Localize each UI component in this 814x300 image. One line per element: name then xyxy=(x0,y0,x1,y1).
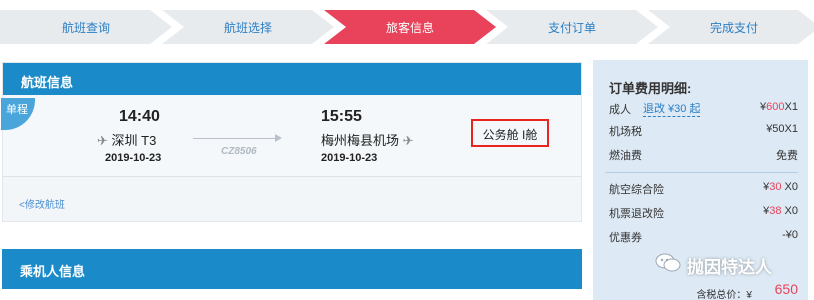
step-complete-payment[interactable]: 完成支付 xyxy=(648,10,814,44)
total-value: 650 xyxy=(774,281,798,297)
step-passenger-info[interactable]: 旅客信息 xyxy=(324,10,496,44)
plane-takeoff-icon: ✈ xyxy=(97,133,108,148)
depart-date: 2019-10-23 xyxy=(105,152,162,164)
flight-arrow-icon xyxy=(275,134,282,142)
flight-info-panel: 航班信息 单程 14:40 ✈ 深圳 T3 2019-10-23 CZ8506 … xyxy=(1,62,582,222)
depart-time: 14:40 xyxy=(119,108,160,125)
insurance-amount: 30 xyxy=(769,181,782,193)
adult-label: 成人 xyxy=(609,104,631,116)
refund-policy-link[interactable]: 退改 ¥30 起 xyxy=(643,100,701,117)
order-row-insurance: 航空综合险 ¥30 X0 xyxy=(609,178,798,198)
flight-number: CZ8506 xyxy=(221,146,257,157)
flight-row: 单程 14:40 ✈ 深圳 T3 2019-10-23 CZ8506 15:55… xyxy=(1,96,581,176)
order-row-fuel: 燃油费 免费 xyxy=(609,144,798,164)
step-flight-select[interactable]: 航班选择 xyxy=(162,10,334,44)
progress-steps: 航班查询 航班选择 旅客信息 支付订单 完成支付 xyxy=(0,10,814,44)
arrive-airport-label: 梅州梅县机场 xyxy=(321,133,400,148)
total-label: 含税总价：¥ xyxy=(696,290,752,300)
step-label: 完成支付 xyxy=(709,21,758,35)
fuel-label: 燃油费 xyxy=(609,150,642,162)
total-price-row: 含税总价：¥ 650 xyxy=(609,281,802,300)
passenger-info-header: 乘机人信息 xyxy=(2,249,582,289)
plane-landing-icon: ✈ xyxy=(402,133,414,148)
step-flight-search[interactable]: 航班查询 xyxy=(0,10,172,44)
step-label: 支付订单 xyxy=(547,21,596,35)
flight-arrow-line xyxy=(193,138,279,139)
step-label: 旅客信息 xyxy=(385,21,434,35)
coupon-value: -¥0 xyxy=(782,229,798,241)
airport-tax-value: ¥50X1 xyxy=(766,123,798,135)
step-label: 航班选择 xyxy=(223,21,272,35)
watermark: 抛因特达人 xyxy=(655,250,795,278)
cabin-class: 公务舱 I舱 xyxy=(471,119,549,147)
coupon-label: 优惠券 xyxy=(609,232,642,244)
trip-type-badge: 单程 xyxy=(1,98,35,130)
order-row-adult: 成人 退改 ¥30 起 ¥600X1 xyxy=(609,98,798,118)
refund-insurance-label: 机票退改险 xyxy=(609,208,664,220)
flight-info-header: 航班信息 xyxy=(3,63,581,95)
depart-airport: ✈ 深圳 T3 xyxy=(97,130,156,149)
insurance-price: ¥30 X0 xyxy=(763,181,798,193)
refund-insurance-amount: 38 xyxy=(769,205,782,217)
airport-tax-label: 机场税 xyxy=(609,126,642,138)
arrive-time: 15:55 xyxy=(321,108,362,125)
refund-insurance-price: ¥38 X0 xyxy=(763,205,798,217)
fuel-value: 免费 xyxy=(776,150,798,162)
wechat-icon xyxy=(655,253,681,272)
step-label: 航班查询 xyxy=(61,21,110,35)
order-divider xyxy=(605,172,798,173)
order-row-coupon: 优惠券 -¥0 xyxy=(609,226,798,246)
watermark-text: 抛因特达人 xyxy=(687,258,772,277)
divider xyxy=(3,176,581,177)
adult-amount: 600 xyxy=(766,101,785,113)
modify-flight-link[interactable]: <修改航班 xyxy=(19,196,65,211)
order-row-refund-insurance: 机票退改险 ¥38 X0 xyxy=(609,202,798,222)
insurance-label: 航空综合险 xyxy=(609,184,664,196)
step-pay-order[interactable]: 支付订单 xyxy=(486,10,658,44)
arrive-airport: 梅州梅县机场 ✈ xyxy=(321,130,414,149)
order-summary: 订单费用明细: 成人 退改 ¥30 起 ¥600X1 机场税 ¥50X1 燃油费… xyxy=(593,60,808,300)
order-summary-title: 订单费用明细: xyxy=(609,81,692,96)
adult-price: ¥600X1 xyxy=(760,101,798,113)
order-row-airport-tax: 机场税 ¥50X1 xyxy=(609,120,798,140)
depart-airport-label: 深圳 T3 xyxy=(111,133,157,148)
arrive-date: 2019-10-23 xyxy=(321,152,378,164)
